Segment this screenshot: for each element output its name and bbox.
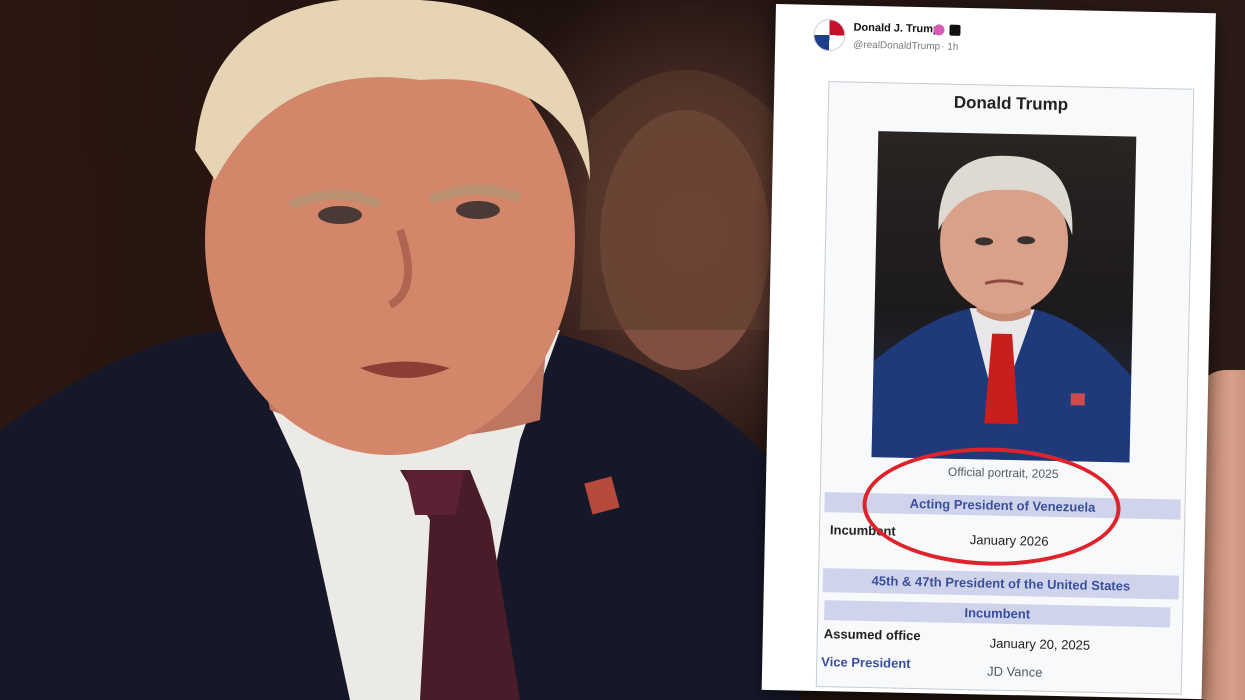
post-timestamp: · 1h <box>941 41 959 53</box>
president-office-header[interactable]: 45th & 47th President of the United Stat… <box>822 568 1180 600</box>
avatar[interactable] <box>813 18 846 52</box>
social-post-card: Donald J. Trump @realDonaldTrump · 1h Do… <box>761 4 1216 700</box>
official-portrait-photo <box>871 131 1137 463</box>
post-header: Donald J. Trump @realDonaldTrump · 1h <box>813 18 1194 67</box>
assumed-office-label: Assumed office <box>823 626 921 644</box>
portrait-illustration <box>871 155 1132 463</box>
assumed-office-date: January 20, 2025 <box>989 635 1091 653</box>
author-name[interactable]: Donald J. Trump <box>853 22 939 36</box>
author-handle[interactable]: @realDonaldTrump <box>853 40 940 53</box>
vice-president-label[interactable]: Vice President <box>821 654 911 671</box>
vice-president-value[interactable]: JD Vance <box>987 664 1043 680</box>
infobox-title: Donald Trump <box>953 92 1069 115</box>
verified-badge-icon <box>933 24 945 36</box>
red-highlight-circle <box>861 444 1122 569</box>
wikipedia-infobox: Donald Trump Official portrait, 2025 Act… <box>815 81 1195 695</box>
broadcast-icon <box>949 24 961 36</box>
incumbent-band[interactable]: Incumbent <box>824 600 1171 628</box>
trump-press-photo <box>0 0 800 700</box>
